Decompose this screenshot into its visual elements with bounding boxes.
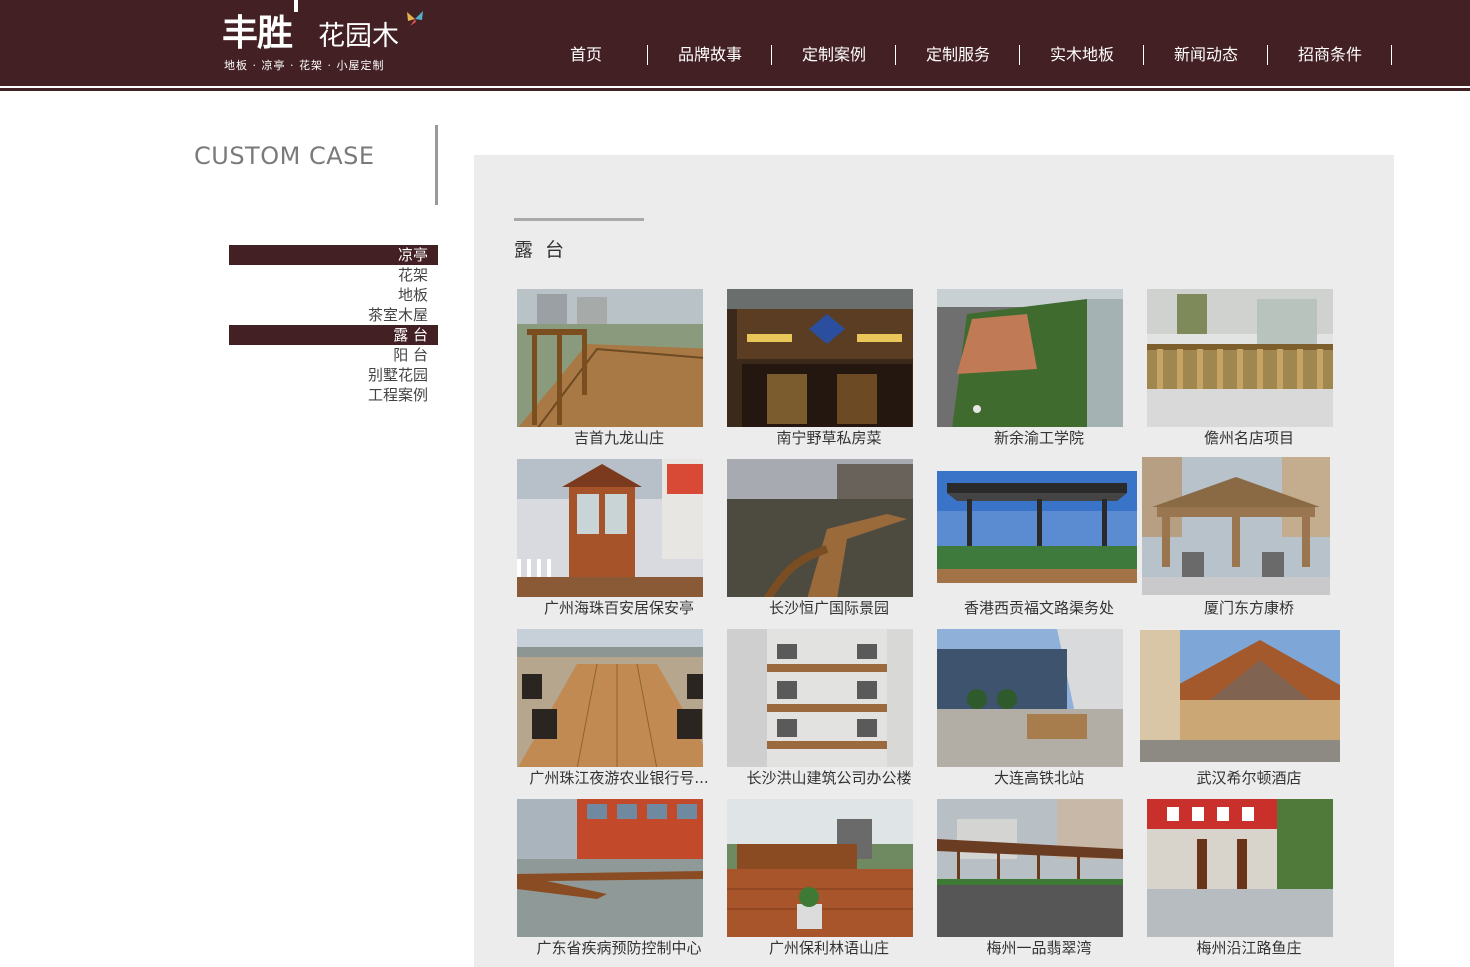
panel-title-rule [514, 218, 644, 221]
case-thumbnail[interactable] [937, 289, 1123, 427]
logo-mark: 丰胜 [222, 13, 293, 54]
case-card[interactable]: 香港西贡福文路渠务处 [934, 457, 1144, 627]
nav-custom-service[interactable]: 定制服务 [896, 44, 1020, 66]
case-thumbnail[interactable] [1142, 457, 1330, 595]
site-header: 丰胜 花园木 地板 · 凉亭 · 花架 · 小屋定制 首页 品牌故事 定制案例 … [0, 0, 1470, 86]
case-thumbnail[interactable] [727, 629, 913, 767]
panel-title: 露 台 [514, 239, 568, 261]
case-card[interactable]: 武汉希尔顿酒店 [1140, 627, 1354, 797]
category-flooring[interactable]: 地板 [229, 285, 438, 305]
case-thumbnail[interactable] [727, 289, 913, 427]
case-caption[interactable]: 武汉希尔顿酒店 [1144, 767, 1354, 789]
case-thumbnail[interactable] [937, 471, 1137, 583]
case-card[interactable]: 梅州一品翡翠湾 [934, 797, 1144, 967]
case-caption[interactable]: 厦门东方康桥 [1144, 597, 1354, 619]
category-villa-garden[interactable]: 别墅花园 [229, 365, 438, 385]
category-engineering[interactable]: 工程案例 [229, 385, 438, 405]
section-title: CUSTOM CASE [194, 142, 375, 170]
case-thumbnail[interactable] [727, 459, 913, 597]
case-card[interactable]: 长沙洪山建筑公司办公楼 [724, 627, 934, 797]
case-caption[interactable]: 梅州沿江路鱼庄 [1144, 937, 1354, 959]
case-caption[interactable]: 长沙恒广国际景园 [724, 597, 934, 619]
nav-home[interactable]: 首页 [524, 44, 648, 66]
case-thumbnail[interactable] [517, 459, 703, 597]
case-thumbnail[interactable] [937, 629, 1123, 767]
case-caption[interactable]: 广东省疾病预防控制中心 [514, 937, 724, 959]
case-card[interactable]: 大连高铁北站 [934, 627, 1144, 797]
case-card[interactable]: 广州保利林语山庄 [724, 797, 934, 967]
logo-tagline: 地板 · 凉亭 · 花架 · 小屋定制 [224, 59, 385, 72]
category-pavilion[interactable]: 凉亭 [229, 245, 438, 265]
case-caption[interactable]: 吉首九龙山庄 [514, 427, 724, 449]
case-thumbnail[interactable] [517, 799, 703, 937]
category-trellis[interactable]: 花架 [229, 265, 438, 285]
butterfly-icon [407, 11, 423, 26]
case-thumbnail[interactable] [1147, 799, 1333, 937]
logo-accent [294, 0, 298, 12]
nav-custom-cases[interactable]: 定制案例 [772, 44, 896, 66]
case-caption[interactable]: 广州海珠百安居保安亭 [514, 597, 724, 619]
case-card[interactable]: 南宁野草私房菜 [724, 287, 934, 457]
logo-name: 花园木 [318, 21, 399, 52]
case-card[interactable]: 广东省疾病预防控制中心 [514, 797, 724, 967]
nav-news[interactable]: 新闻动态 [1144, 44, 1268, 66]
case-caption[interactable]: 广州保利林语山庄 [724, 937, 934, 959]
brand-logo[interactable]: 丰胜 花园木 地板 · 凉亭 · 花架 · 小屋定制 [222, 0, 432, 74]
case-caption[interactable]: 香港西贡福文路渠务处 [934, 597, 1144, 619]
case-card[interactable]: 儋州名店项目 [1144, 287, 1354, 457]
case-card[interactable]: 广州珠江夜游农业银行号... [514, 627, 724, 797]
case-caption[interactable]: 新余渝工学院 [934, 427, 1144, 449]
case-caption[interactable]: 广州珠江夜游农业银行号... [514, 767, 724, 789]
nav-brand-story[interactable]: 品牌故事 [648, 44, 772, 66]
case-thumbnail[interactable] [517, 289, 703, 427]
nav-franchise[interactable]: 招商条件 [1268, 44, 1392, 66]
case-card[interactable]: 新余渝工学院 [934, 287, 1144, 457]
main-nav: 首页 品牌故事 定制案例 定制服务 实木地板 新闻动态 招商条件 [524, 44, 1392, 66]
case-thumbnail[interactable] [517, 629, 703, 767]
case-card[interactable]: 广州海珠百安居保安亭 [514, 457, 724, 627]
section-title-bar [435, 125, 438, 205]
case-caption[interactable]: 大连高铁北站 [934, 767, 1144, 789]
case-card[interactable]: 厦门东方康桥 [1142, 457, 1354, 627]
nav-solid-wood-floor[interactable]: 实木地板 [1020, 44, 1144, 66]
case-card[interactable]: 吉首九龙山庄 [514, 287, 724, 457]
case-thumbnail[interactable] [1140, 630, 1340, 762]
case-caption[interactable]: 儋州名店项目 [1144, 427, 1354, 449]
case-card[interactable]: 梅州沿江路鱼庄 [1144, 797, 1354, 967]
case-caption[interactable]: 长沙洪山建筑公司办公楼 [724, 767, 934, 789]
case-caption[interactable]: 梅州一品翡翠湾 [934, 937, 1144, 959]
case-thumbnail[interactable] [937, 799, 1123, 937]
case-thumbnail[interactable] [727, 799, 913, 937]
category-balcony[interactable]: 阳 台 [229, 345, 438, 365]
category-tea-house[interactable]: 茶室木屋 [229, 305, 438, 325]
case-caption[interactable]: 南宁野草私房菜 [724, 427, 934, 449]
case-panel: 露 台 吉首九龙山庄 南宁野草私房菜 新余渝工学院 儋州名店项目 广州海珠百安居保安亭长… [474, 155, 1394, 967]
category-menu: 凉亭 花架 地板 茶室木屋 露 台 阳 台 别墅花园 工程案例 [229, 245, 438, 405]
category-terrace[interactable]: 露 台 [229, 325, 438, 345]
case-card[interactable]: 长沙恒广国际景园 [724, 457, 934, 627]
header-divider [0, 88, 1470, 91]
case-thumbnail[interactable] [1147, 289, 1333, 427]
